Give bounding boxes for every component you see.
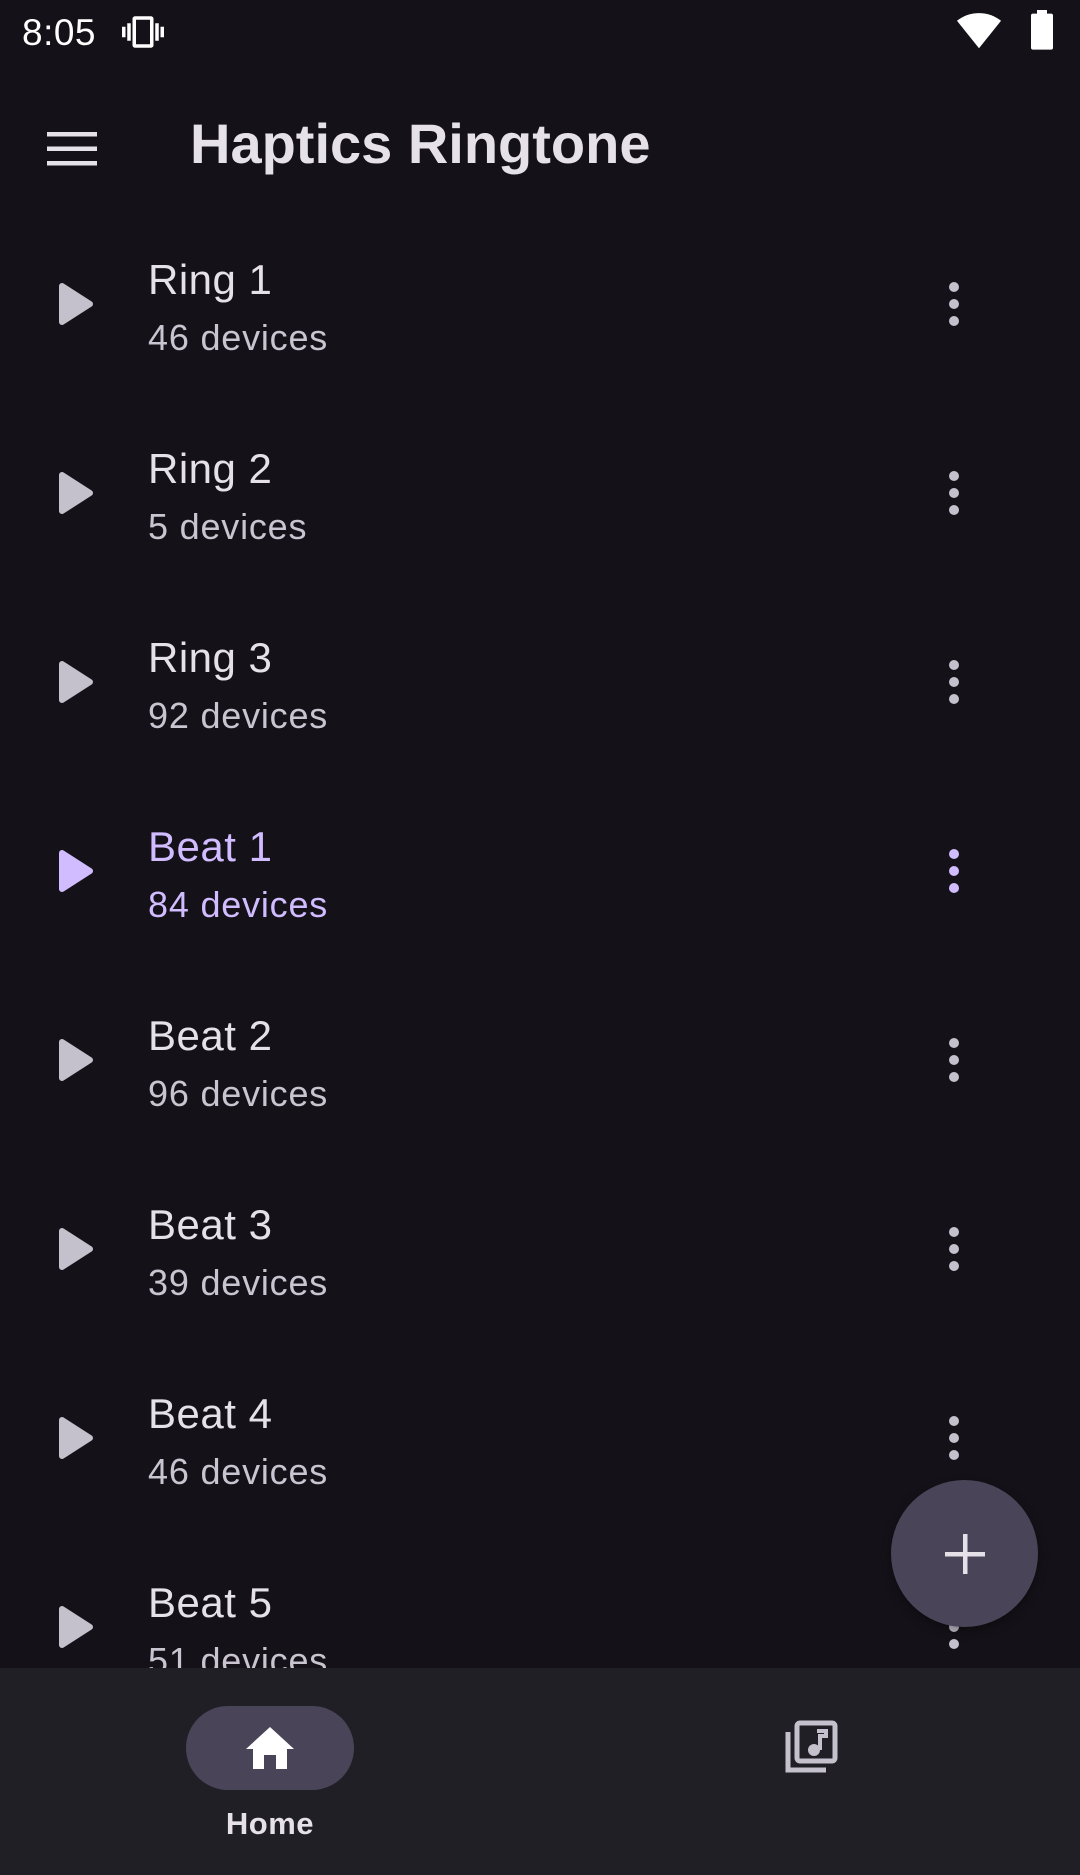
item-title: Beat 1 — [148, 823, 273, 870]
item-title: Ring 1 — [148, 256, 273, 303]
list-item[interactable]: Beat 2 96 devices — [0, 966, 1080, 1155]
more-vert-icon — [949, 1416, 959, 1460]
play-icon[interactable] — [56, 845, 96, 897]
nav-item-home[interactable]: Home — [186, 1706, 354, 1846]
item-subtitle: 92 devices — [148, 695, 329, 736]
wifi-icon — [956, 13, 1002, 49]
status-time: 8:05 — [22, 12, 97, 53]
more-vert-icon — [949, 1227, 959, 1271]
play-icon[interactable] — [56, 1034, 96, 1086]
nav-active-indicator — [186, 1706, 354, 1790]
play-icon[interactable] — [56, 656, 96, 708]
play-icon[interactable] — [56, 1601, 96, 1653]
nav-label-home: Home — [225, 1806, 315, 1841]
item-title: Beat 3 — [148, 1201, 273, 1248]
battery-icon — [1031, 10, 1053, 50]
more-options-button[interactable] — [924, 1209, 984, 1289]
more-options-button[interactable] — [924, 264, 984, 344]
item-subtitle: 46 devices — [148, 317, 329, 358]
item-title: Ring 3 — [148, 634, 273, 681]
item-title: Ring 2 — [148, 445, 273, 492]
menu-button[interactable] — [30, 106, 116, 192]
item-subtitle: 84 devices — [148, 884, 329, 925]
list-item[interactable]: Ring 1 46 devices — [0, 210, 1080, 399]
item-subtitle: 46 devices — [148, 1451, 329, 1492]
more-vert-icon — [949, 1038, 959, 1082]
list-item[interactable]: Ring 3 92 devices — [0, 588, 1080, 777]
item-subtitle: 96 devices — [148, 1073, 329, 1114]
status-bar: 8:05 — [0, 0, 1080, 66]
bottom-navigation: Home — [0, 1668, 1080, 1875]
item-title: Beat 5 — [148, 1579, 273, 1626]
more-options-button[interactable] — [924, 831, 984, 911]
item-title: Beat 4 — [148, 1390, 273, 1437]
more-options-button[interactable] — [924, 453, 984, 533]
more-vert-icon — [949, 849, 959, 893]
list-item[interactable]: Beat 3 39 devices — [0, 1155, 1080, 1344]
vibrate-icon — [122, 16, 164, 48]
item-subtitle: 5 devices — [148, 506, 308, 547]
play-icon[interactable] — [56, 467, 96, 519]
item-title: Beat 2 — [148, 1012, 273, 1059]
list-item-selected[interactable]: Beat 1 84 devices — [0, 777, 1080, 966]
home-icon — [246, 1727, 294, 1769]
more-options-button[interactable] — [924, 642, 984, 722]
page-title: Haptics Ringtone — [190, 112, 651, 175]
more-vert-icon — [949, 471, 959, 515]
more-options-button[interactable] — [924, 1398, 984, 1478]
more-vert-icon — [949, 660, 959, 704]
more-vert-icon — [949, 282, 959, 326]
play-icon[interactable] — [56, 1412, 96, 1464]
menu-icon — [47, 132, 97, 166]
add-icon — [944, 1533, 985, 1574]
library-music-icon — [785, 1720, 838, 1773]
nav-item-library[interactable] — [740, 1706, 880, 1790]
ringtone-list: Ring 1 46 devices Ring 2 5 devices Ring … — [0, 210, 1080, 1668]
play-icon[interactable] — [56, 1223, 96, 1275]
list-item[interactable]: Ring 2 5 devices — [0, 399, 1080, 588]
item-subtitle: 39 devices — [148, 1262, 329, 1303]
play-icon[interactable] — [56, 278, 96, 330]
add-ringtone-fab[interactable] — [891, 1480, 1038, 1627]
top-app-bar: Haptics Ringtone — [0, 66, 1080, 208]
item-subtitle: 51 devices — [148, 1640, 329, 1668]
more-options-button[interactable] — [924, 1020, 984, 1100]
